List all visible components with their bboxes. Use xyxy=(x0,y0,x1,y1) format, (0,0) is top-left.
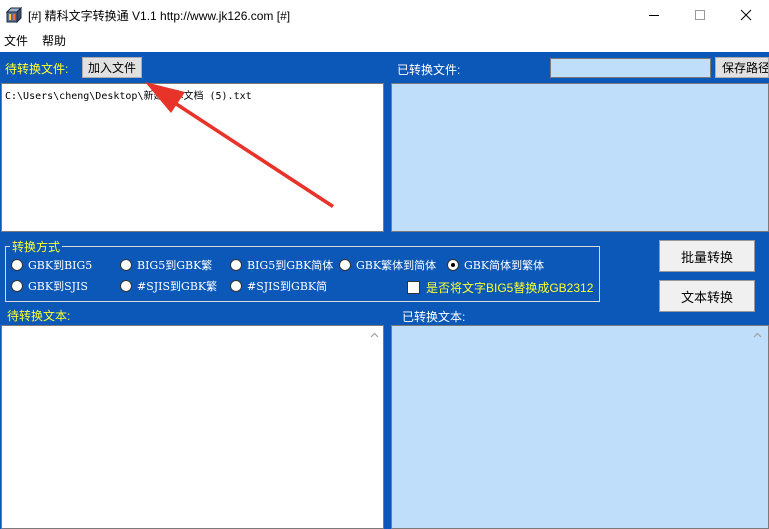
main-panel: 待转换文件: 加入文件 C:\Users\cheng\Desktop\新建文本文… xyxy=(0,52,769,529)
window-title: [#] 精科文字转换通 V1.1 http://www.jk126.com [#… xyxy=(28,9,291,23)
chevron-up-icon xyxy=(753,332,761,338)
radio-indicator-selected xyxy=(447,259,459,271)
radio-indicator xyxy=(120,259,132,271)
converted-file-list[interactable] xyxy=(391,83,769,232)
close-icon xyxy=(740,9,752,21)
radio-indicator xyxy=(120,280,132,292)
radio-indicator xyxy=(339,259,351,271)
source-files-label: 待转换文件: xyxy=(5,62,69,76)
file-list-item[interactable]: C:\Users\cheng\Desktop\新建文本文档 (5).txt xyxy=(5,87,252,102)
radio-label: BIG5到GBK繁 xyxy=(137,259,213,272)
converted-text-label: 已转换文本: xyxy=(402,310,466,324)
radio-label: GBK繁体到简体 xyxy=(356,259,437,272)
source-text-label: 待转换文本: xyxy=(7,309,71,323)
scroll-up-button[interactable] xyxy=(366,327,382,343)
radio-indicator xyxy=(230,280,242,292)
text-convert-button[interactable]: 文本转换 xyxy=(659,280,755,312)
radio-label: GBK到BIG5 xyxy=(28,259,93,272)
radio-label: #SJIS到GBK繁 xyxy=(137,280,218,293)
conversion-mode-legend: 转换方式 xyxy=(10,238,63,255)
minimize-button[interactable] xyxy=(631,0,677,30)
radio-indicator xyxy=(11,280,23,292)
converted-files-label: 已转换文件: xyxy=(397,63,461,77)
save-path-input[interactable] xyxy=(550,58,711,78)
radio-sjis-to-gbk-trad[interactable]: #SJIS到GBK繁 xyxy=(120,278,217,294)
radio-gbk-to-sjis[interactable]: GBK到SJIS xyxy=(11,278,88,294)
converted-text-area[interactable] xyxy=(391,325,769,529)
radio-big5-to-gbk-simp[interactable]: BIG5到GBK简体 xyxy=(230,257,333,273)
radio-label: #SJIS到GBK简 xyxy=(247,280,328,293)
app-icon xyxy=(6,7,22,23)
maximize-button[interactable] xyxy=(677,0,723,30)
source-file-list[interactable]: C:\Users\cheng\Desktop\新建文本文档 (5).txt xyxy=(1,83,384,232)
title-bar: [#] 精科文字转换通 V1.1 http://www.jk126.com [#… xyxy=(0,0,769,30)
radio-label: GBK简体到繁体 xyxy=(464,259,545,272)
add-file-button[interactable]: 加入文件 xyxy=(82,57,142,78)
radio-sjis-to-gbk-simp[interactable]: #SJIS到GBK简 xyxy=(230,278,327,294)
checkbox-indicator xyxy=(407,281,420,294)
radio-indicator xyxy=(11,259,23,271)
menu-file[interactable]: 文件 xyxy=(4,32,28,49)
source-text-area[interactable] xyxy=(1,325,384,529)
radio-big5-to-gbk-trad[interactable]: BIG5到GBK繁 xyxy=(120,257,212,273)
radio-label: BIG5到GBK简体 xyxy=(247,259,334,272)
batch-convert-button[interactable]: 批量转换 xyxy=(659,240,755,272)
scroll-up-button[interactable] xyxy=(749,327,765,343)
replace-big5-checkbox[interactable]: 是否将文字BIG5替换成GB2312 xyxy=(407,279,593,296)
save-path-button[interactable]: 保存路径 xyxy=(715,57,769,78)
radio-indicator xyxy=(230,259,242,271)
close-button[interactable] xyxy=(723,0,769,30)
menu-help[interactable]: 帮助 xyxy=(42,32,66,49)
menu-bar: 文件 帮助 xyxy=(0,30,769,50)
chevron-up-icon xyxy=(370,332,378,338)
maximize-icon xyxy=(695,10,705,20)
radio-gbk-simp-to-trad[interactable]: GBK简体到繁体 xyxy=(447,257,544,273)
radio-label: GBK到SJIS xyxy=(28,280,88,293)
radio-gbk-trad-to-simp[interactable]: GBK繁体到简体 xyxy=(339,257,436,273)
radio-gbk-to-big5[interactable]: GBK到BIG5 xyxy=(11,257,92,273)
checkbox-label: 是否将文字BIG5替换成GB2312 xyxy=(426,281,594,295)
minimize-icon xyxy=(649,15,659,16)
